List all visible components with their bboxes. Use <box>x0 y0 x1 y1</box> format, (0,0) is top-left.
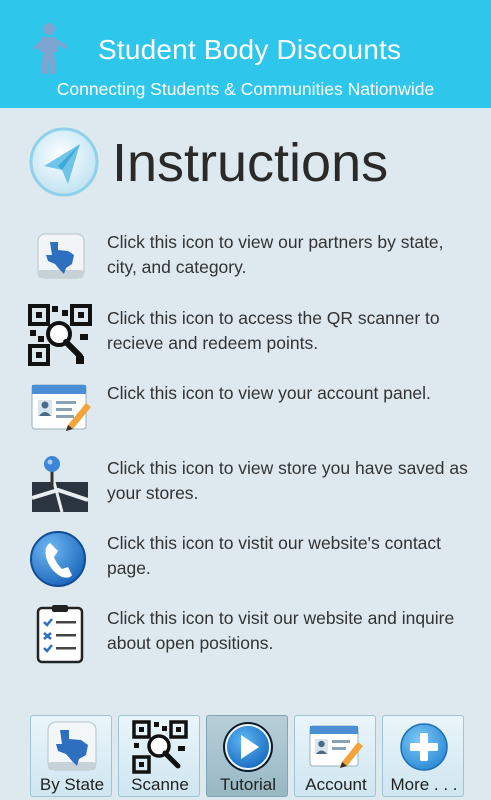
student-figure-icon <box>33 23 68 74</box>
instruction-text: Click this icon to view our partners by … <box>107 232 444 277</box>
map-pin-icon <box>31 456 89 513</box>
phone-icon <box>30 531 86 587</box>
instruction-row-by-state: Click this icon to view our partners by … <box>28 228 478 290</box>
nav-tutorial-button[interactable]: Tutorial <box>206 715 288 797</box>
play-icon <box>223 722 273 772</box>
nav-label: Tutorial <box>219 775 277 794</box>
paper-plane-icon <box>29 127 99 197</box>
instruction-text: Click this icon to access the QR scanner… <box>107 308 440 353</box>
nav-scanner-button[interactable]: Scanne <box>118 715 200 797</box>
instruction-row-scanner: Click this icon to access the QR scanner… <box>28 304 478 366</box>
bottom-nav: By State Scanne Tutorial Account More . … <box>0 712 491 800</box>
page-heading: Instructions <box>112 133 389 193</box>
nav-label: Scanne <box>131 775 189 794</box>
texas-map-icon <box>47 721 97 771</box>
nav-by-state-button[interactable]: By State <box>30 715 112 797</box>
checklist-icon <box>36 605 84 664</box>
qr-scanner-icon <box>28 304 92 366</box>
nav-account-button[interactable]: Account <box>294 715 376 797</box>
instruction-row-careers: Click this icon to visit our website and… <box>28 604 478 666</box>
account-card-icon <box>309 725 363 768</box>
app-header: Student Body Discounts Connecting Studen… <box>0 0 491 108</box>
instruction-row-account: Click this icon to view your account pan… <box>28 379 478 441</box>
nav-label: More . . . <box>390 775 458 794</box>
nav-more-button[interactable]: More . . . <box>382 715 464 797</box>
qr-scanner-icon <box>132 720 188 774</box>
texas-map-icon <box>37 233 85 279</box>
instruction-text: Click this icon to visit our website and… <box>107 608 455 653</box>
app-subtitle: Connecting Students & Communities Nation… <box>56 79 435 99</box>
app-title: Student Body Discounts <box>98 34 402 65</box>
account-card-icon <box>31 384 91 431</box>
nav-label: Account <box>305 775 367 794</box>
plus-icon <box>400 723 448 771</box>
instruction-text: Click this icon to view store you have s… <box>107 458 468 503</box>
instruction-row-contact: Click this icon to vistit our website's … <box>28 529 478 591</box>
nav-label: By State <box>39 775 105 794</box>
instruction-text: Click this icon to vistit our website's … <box>107 533 442 578</box>
instruction-row-my-stores: Click this icon to view store you have s… <box>28 454 478 516</box>
instruction-text: Click this icon to view your account pan… <box>107 383 431 403</box>
